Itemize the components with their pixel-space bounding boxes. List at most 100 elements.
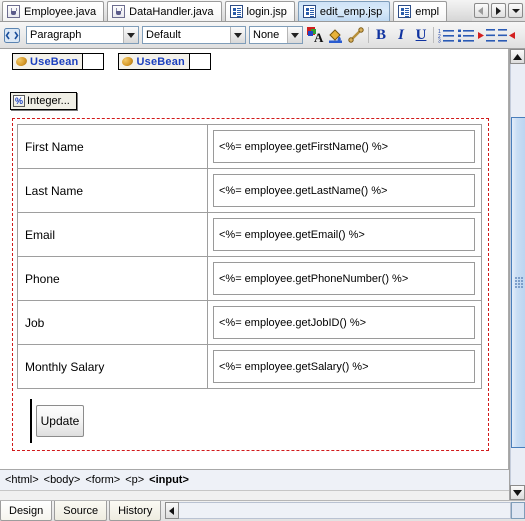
svg-text:A: A (314, 30, 324, 44)
scrollbar-grip-icon (515, 276, 524, 289)
scrollbar-track[interactable] (510, 64, 525, 485)
breadcrumb-segment-body[interactable]: <body> (44, 474, 81, 486)
underline-icon[interactable]: U (411, 25, 431, 45)
scroll-tabs-right-icon[interactable] (491, 3, 506, 18)
scroll-tabs-left-icon[interactable] (474, 3, 489, 18)
jsp-expression-input[interactable]: <%= employee.getJobID() %> (213, 306, 475, 339)
editor-tab-label: login.jsp (246, 5, 287, 18)
italic-icon[interactable]: I (391, 25, 411, 45)
fill-color-icon[interactable] (326, 25, 346, 45)
editor-tab-employees-jsp[interactable]: empl (393, 1, 448, 21)
resize-corner (511, 502, 525, 519)
usebean-tag-1[interactable]: UseBean (12, 53, 105, 70)
usebean-label: UseBean (136, 55, 185, 68)
usebean-label: UseBean (30, 55, 79, 68)
form-input-cell[interactable]: <%= employee.getSalary() %> (207, 344, 482, 389)
scriptlet-chip-integer[interactable]: % Integer... (10, 92, 77, 110)
view-mode-tab-bar: Design Source History (0, 500, 525, 521)
jsp-expression-input[interactable]: <%= employee.getPhoneNumber() %> (213, 262, 475, 295)
form-input-cell[interactable]: <%= employee.getFirstName() %> (207, 124, 482, 169)
scroll-down-arrow-icon[interactable] (510, 485, 525, 500)
scriptlet-chip-label: Integer... (27, 95, 70, 107)
table-row[interactable]: First Name <%= employee.getFirstName() %… (17, 124, 482, 169)
breadcrumb-segment-form[interactable]: <form> (85, 474, 120, 486)
tab-list-dropdown-icon[interactable] (508, 3, 523, 18)
table-row[interactable]: Last Name <%= employee.getLastName() %> (17, 168, 482, 213)
submit-button-area: Update (30, 399, 84, 443)
bean-icon (15, 55, 28, 68)
java-file-icon (7, 5, 20, 18)
scroll-up-arrow-icon[interactable] (510, 49, 525, 64)
form-label-cell: Phone (17, 256, 208, 301)
html-toggle-icon[interactable] (2, 25, 22, 45)
form-input-cell[interactable]: <%= employee.getJobID() %> (207, 300, 482, 345)
text-caret (30, 399, 32, 443)
form-input-cell[interactable]: <%= employee.getEmail() %> (207, 212, 482, 257)
scroll-views-left-icon[interactable] (165, 502, 180, 519)
jsp-file-icon (229, 5, 243, 18)
insert-link-icon[interactable] (346, 25, 366, 45)
usebean-value-slot[interactable] (82, 54, 104, 69)
form-label-cell: Job (17, 300, 208, 345)
font-color-icon[interactable]: A (306, 25, 326, 45)
usebean-tag-row: UseBean UseBean (12, 53, 211, 70)
toolbar-separator (368, 27, 369, 43)
font-family-select[interactable]: Default (142, 26, 246, 44)
paragraph-style-value: Paragraph (30, 29, 82, 41)
editor-tab-employee-java[interactable]: Employee.java (2, 1, 105, 21)
employee-form-table: First Name <%= employee.getFirstName() %… (17, 124, 482, 389)
breadcrumb-segment-input[interactable]: <input> (149, 474, 189, 486)
table-row[interactable]: Phone <%= employee.getPhoneNumber() %> (17, 256, 482, 301)
vertical-scrollbar[interactable] (509, 49, 525, 500)
paragraph-style-select[interactable]: Paragraph (26, 26, 139, 44)
indent-icon[interactable] (476, 25, 496, 45)
bold-icon[interactable]: B (371, 25, 391, 45)
editor-tab-strip: Employee.java DataHandler.java login.jsp… (0, 0, 525, 22)
chevron-down-icon[interactable] (287, 27, 302, 43)
tab-source[interactable]: Source (54, 501, 108, 521)
font-size-select[interactable]: None (249, 26, 303, 44)
font-size-value: None (253, 29, 280, 41)
unordered-list-icon[interactable] (456, 25, 476, 45)
element-path-bar: <html> <body> <form> <p> <input> (0, 469, 509, 491)
breadcrumb-segment-html[interactable]: <html> (5, 474, 39, 486)
editor-tab-datahandler-java[interactable]: DataHandler.java (107, 1, 222, 21)
chevron-down-icon[interactable] (123, 27, 138, 43)
chevron-down-icon[interactable] (230, 27, 245, 43)
percent-tag-icon: % (13, 95, 25, 107)
table-row[interactable]: Job <%= employee.getJobID() %> (17, 300, 482, 345)
jsp-expression-input[interactable]: <%= employee.getSalary() %> (213, 350, 475, 383)
usebean-tag-2[interactable]: UseBean (118, 53, 211, 70)
form-input-cell[interactable]: <%= employee.getLastName() %> (207, 168, 482, 213)
table-row[interactable]: Email <%= employee.getEmail() %> (17, 212, 482, 257)
java-file-icon (112, 5, 126, 18)
form-label-cell: Monthly Salary (17, 344, 208, 389)
update-button[interactable]: Update (36, 405, 84, 437)
jsp-file-icon (398, 5, 412, 18)
editor-tab-label: empl (415, 5, 440, 18)
form-label-cell: First Name (17, 124, 208, 169)
editor-tab-edit-emp-jsp[interactable]: edit_emp.jsp (297, 1, 391, 21)
tab-history[interactable]: History (109, 501, 162, 521)
jsp-expression-input[interactable]: <%= employee.getFirstName() %> (213, 130, 475, 163)
editor-tab-nav (472, 0, 525, 21)
jsp-expression-input[interactable]: <%= employee.getEmail() %> (213, 218, 475, 251)
format-toolbar: Paragraph Default None A B I U 1 2 3 (0, 22, 525, 49)
jsp-expression-input[interactable]: <%= employee.getLastName() %> (213, 174, 475, 207)
breadcrumb-segment-p[interactable]: <p> (125, 474, 144, 486)
form-input-cell[interactable]: <%= employee.getPhoneNumber() %> (207, 256, 482, 301)
usebean-value-slot[interactable] (188, 54, 210, 69)
scrollbar-thumb[interactable] (511, 117, 525, 448)
jsp-design-canvas[interactable]: UseBean UseBean % Integer... First Name … (0, 49, 509, 469)
outdent-icon[interactable] (496, 25, 516, 45)
bean-icon (121, 55, 135, 68)
ordered-list-icon[interactable]: 123 (436, 25, 456, 45)
form-label-cell: Last Name (17, 168, 208, 213)
svg-text:3: 3 (438, 38, 441, 43)
form-label-cell: Email (17, 212, 208, 257)
editor-tab-login-jsp[interactable]: login.jsp (224, 1, 295, 21)
tab-design[interactable]: Design (0, 501, 53, 521)
table-row[interactable]: Monthly Salary <%= employee.getSalary() … (17, 344, 482, 389)
horizontal-scroll-track[interactable] (179, 502, 511, 519)
editor-tab-label: DataHandler.java (129, 5, 214, 18)
